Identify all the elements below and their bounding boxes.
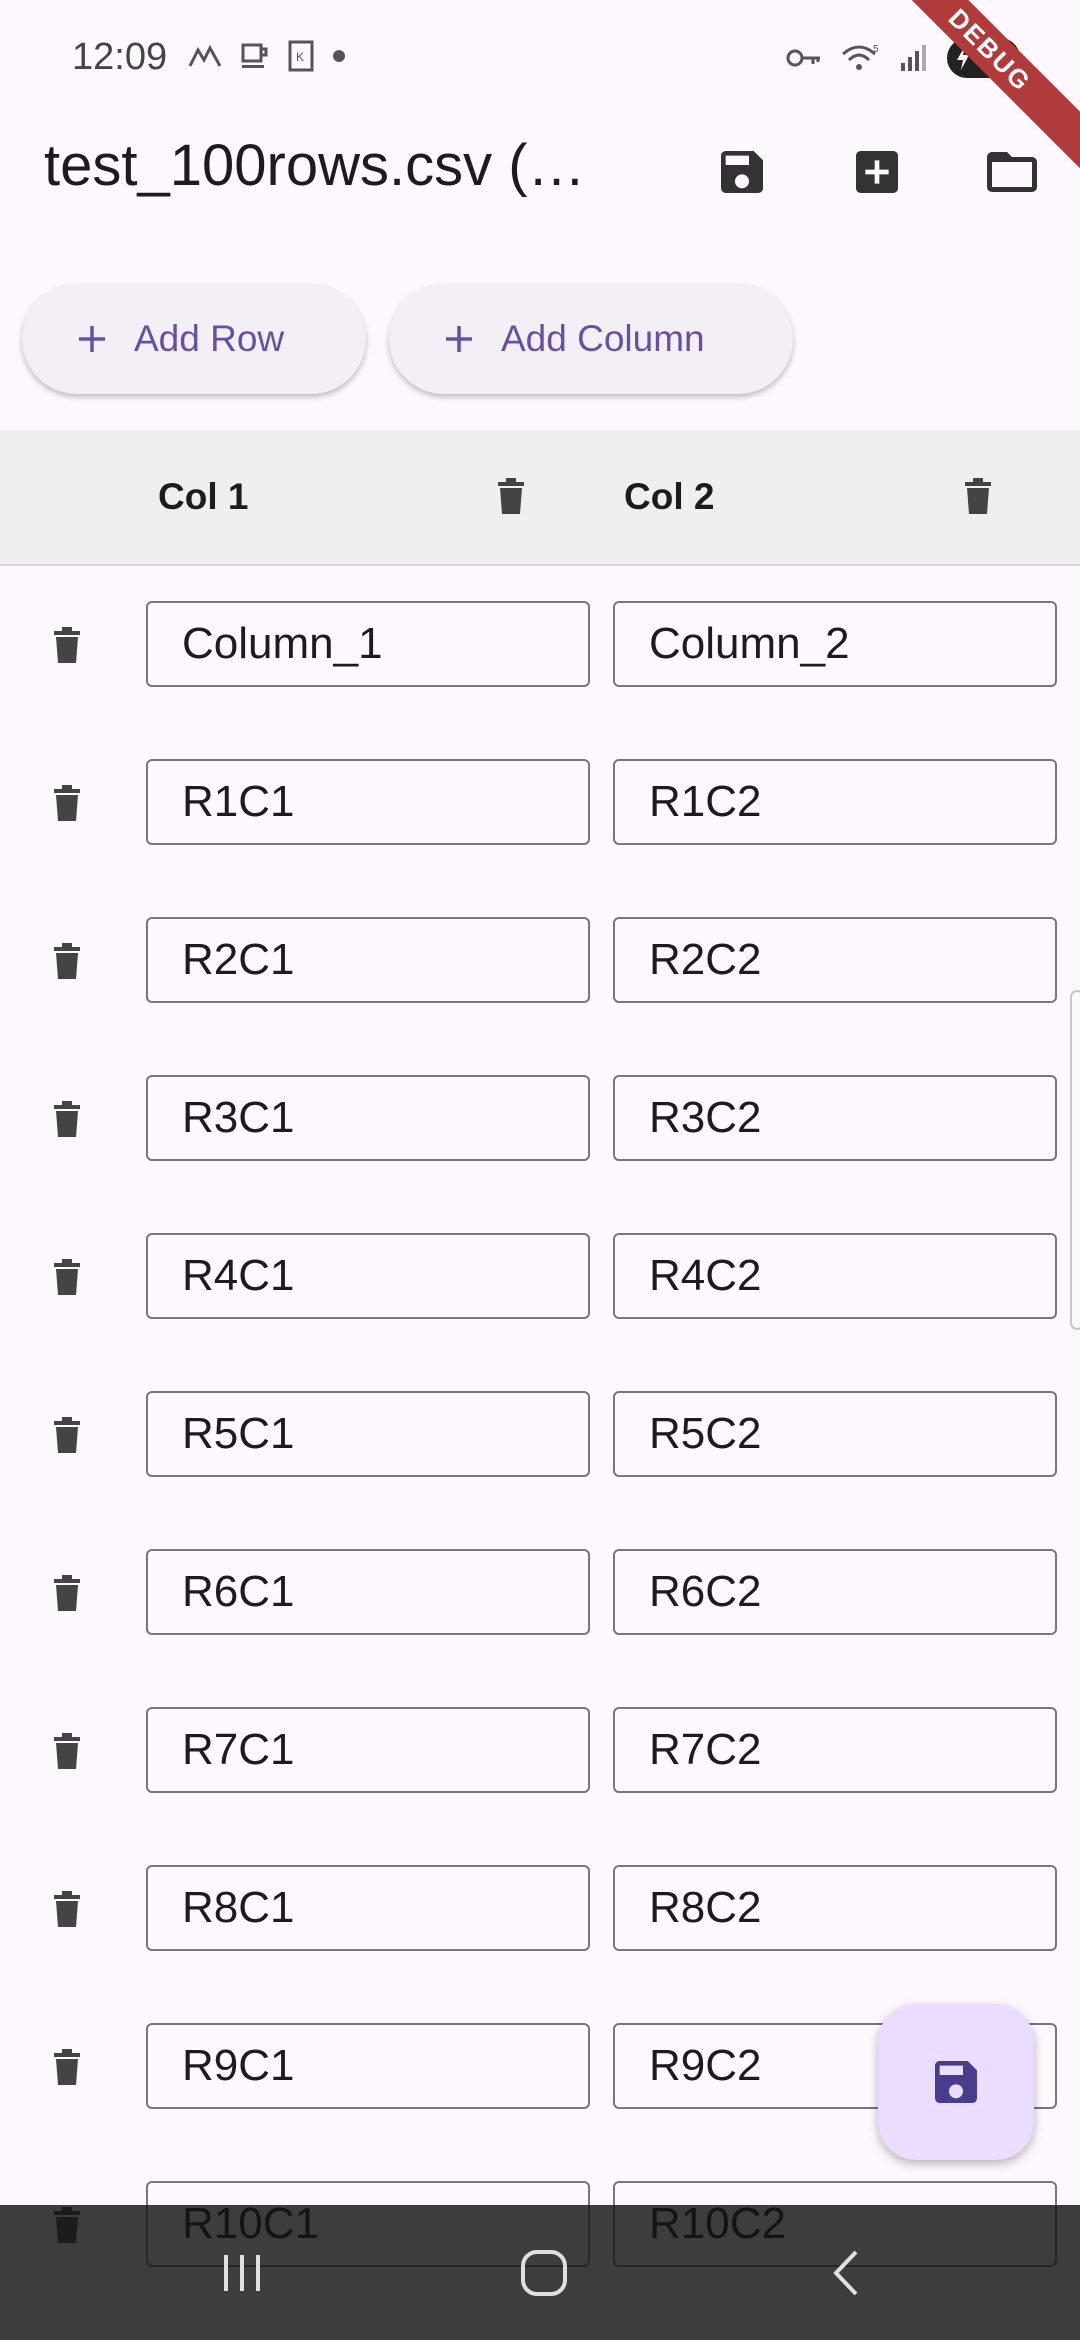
trash-icon <box>54 2049 80 2085</box>
signal-peaks-icon <box>188 44 222 67</box>
status-icons-left: K <box>188 40 346 72</box>
dot-icon <box>333 50 345 62</box>
back-icon <box>833 2250 858 2296</box>
delete-row-button[interactable] <box>52 1732 82 1772</box>
cell-input[interactable]: R7C2 <box>613 1707 1057 1793</box>
open-folder-button[interactable] <box>978 138 1046 206</box>
save-file-button[interactable] <box>708 138 776 206</box>
cell-input[interactable]: R5C2 <box>613 1391 1057 1477</box>
wifi-icon: 5 <box>841 44 879 70</box>
delete-row-button[interactable] <box>52 942 82 982</box>
cell-input[interactable]: R9C1 <box>146 2023 590 2109</box>
folder-icon <box>987 152 1037 192</box>
status-time: 12:09 <box>72 36 168 78</box>
new-file-button[interactable] <box>843 138 911 206</box>
delete-row-button[interactable] <box>52 1416 82 1456</box>
cell-input[interactable]: R3C2 <box>613 1075 1057 1161</box>
cell-input[interactable]: R4C2 <box>613 1233 1057 1319</box>
cell-input[interactable]: R1C1 <box>146 759 590 845</box>
add-column-label: Add Column <box>501 318 705 359</box>
delete-row-button[interactable] <box>52 1258 82 1298</box>
trash-icon <box>54 943 80 979</box>
trash-icon <box>54 1733 80 1769</box>
add-row-label: Add Row <box>134 318 285 359</box>
delete-row-button[interactable] <box>52 626 82 666</box>
scrollbar[interactable] <box>1070 990 1080 1330</box>
cell-input[interactable]: R8C1 <box>146 1865 590 1951</box>
cell-input[interactable]: R6C1 <box>146 1549 590 1635</box>
trash-icon <box>54 1891 80 1927</box>
back-button[interactable] <box>816 2243 876 2303</box>
trash-icon <box>54 627 80 663</box>
save-icon <box>935 2061 977 2103</box>
table-header: Col 1 Col 2 <box>0 430 1080 566</box>
cell-input[interactable]: R8C2 <box>613 1865 1057 1951</box>
trash-icon <box>54 1417 80 1453</box>
column-header-1: Col 1 <box>158 476 249 517</box>
delete-column-2-button[interactable] <box>963 478 993 521</box>
svg-text:K: K <box>296 50 304 64</box>
cell-input[interactable]: R2C2 <box>613 917 1057 1003</box>
delete-row-button[interactable] <box>52 1574 82 1614</box>
add-column-button[interactable]: Add Column <box>389 284 793 394</box>
plus-icon <box>79 326 105 352</box>
cell-input[interactable]: Column_1 <box>146 601 590 687</box>
delete-row-button[interactable] <box>52 784 82 824</box>
trash-icon <box>498 478 524 514</box>
cell-input[interactable]: R4C1 <box>146 1233 590 1319</box>
trash-icon <box>54 785 80 821</box>
cell-input[interactable]: R6C2 <box>613 1549 1057 1635</box>
cell-input[interactable]: R5C1 <box>146 1391 590 1477</box>
k-app-icon: K <box>288 40 314 72</box>
system-navigation-bar <box>0 2205 1080 2340</box>
trash-icon <box>54 1259 80 1295</box>
cell-signal-icon <box>900 45 926 71</box>
coffee-icon <box>241 43 268 68</box>
delete-row-button[interactable] <box>52 1100 82 1140</box>
home-button[interactable] <box>514 2243 574 2303</box>
app-bar: test_100rows.csv (… <box>0 120 1080 220</box>
plus-icon <box>446 326 472 352</box>
delete-row-button[interactable] <box>52 1890 82 1930</box>
save-icon <box>721 151 763 193</box>
delete-row-button[interactable] <box>52 2048 82 2088</box>
recent-apps-button[interactable] <box>212 2243 272 2303</box>
trash-icon <box>54 1575 80 1611</box>
trash-icon <box>965 478 991 514</box>
add-row-button[interactable]: Add Row <box>22 284 366 394</box>
cell-input[interactable]: R7C1 <box>146 1707 590 1793</box>
save-fab-button[interactable] <box>878 2004 1034 2160</box>
cell-input[interactable]: R3C1 <box>146 1075 590 1161</box>
trash-icon <box>54 1101 80 1137</box>
cell-input[interactable]: R1C2 <box>613 759 1057 845</box>
cell-input[interactable]: R2C1 <box>146 917 590 1003</box>
key-icon <box>786 49 820 67</box>
svg-text:5: 5 <box>873 44 879 55</box>
recent-apps-icon <box>224 2255 260 2291</box>
column-header-2: Col 2 <box>624 476 715 517</box>
delete-column-1-button[interactable] <box>496 478 526 521</box>
add-box-icon <box>856 151 898 193</box>
page-title: test_100rows.csv (… <box>44 133 586 198</box>
home-icon <box>521 2250 567 2296</box>
cell-input[interactable]: Column_2 <box>613 601 1057 687</box>
status-bar: 12:09 K 5 92 <box>0 0 1080 120</box>
